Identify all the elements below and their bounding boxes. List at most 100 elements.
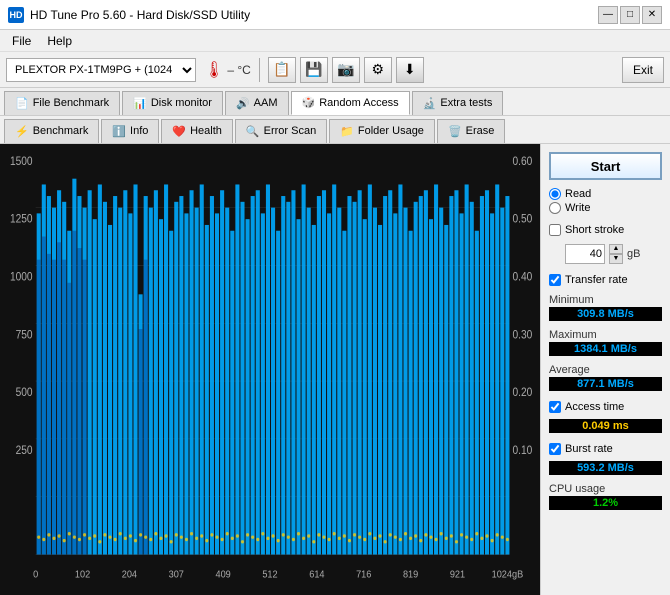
maximum-label: Maximum [549,329,662,341]
burst-rate-checkbox[interactable] [549,443,561,455]
toolbar-btn-2[interactable]: 💾 [300,57,328,83]
menu-bar: File Help [0,30,670,52]
read-write-group: Read Write [549,188,662,214]
write-radio[interactable] [549,202,561,214]
svg-text:0.50: 0.50 [512,213,532,226]
toolbar-btn-4[interactable]: ⚙ [364,57,392,83]
average-label: Average [549,364,662,376]
average-stat: Average 877.1 MB/s [549,364,662,391]
app-icon: HD [8,7,24,23]
stroke-row: ▲ ▼ gB [565,244,662,264]
chart-svg: 1500 1250 1000 750 500 250 0.60 0.50 0.4… [0,144,540,595]
svg-text:512: 512 [262,569,277,581]
toolbar-separator [259,58,260,82]
svg-text:204: 204 [122,569,138,581]
write-radio-label[interactable]: Write [549,202,662,214]
toolbar-btn-1[interactable]: 📋 [268,57,296,83]
temp-display: 🌡 – °C [204,60,251,80]
chart-container: MB/s ms 1500 1250 1000 [0,144,540,595]
cpu-usage-label: CPU usage [549,483,662,495]
tab-extra-tests[interactable]: 🔬 Extra tests [412,91,504,115]
exit-button[interactable]: Exit [622,57,664,83]
temp-value: – °C [227,63,250,77]
tab-disk-monitor[interactable]: 📊 Disk monitor [122,91,223,115]
title-bar-controls: — □ ✕ [598,6,662,24]
svg-text:0.10: 0.10 [512,444,532,457]
short-stroke-checkbox-label[interactable]: Short stroke [549,224,662,236]
svg-text:0.40: 0.40 [512,271,532,284]
svg-text:0.60: 0.60 [512,155,532,168]
tab-benchmark[interactable]: ⚡ Benchmark [4,119,99,143]
aam-icon: 🔊 [236,97,250,110]
tab-health[interactable]: ❤️ Health [161,119,233,143]
title-bar-left: HD HD Tune Pro 5.60 - Hard Disk/SSD Util… [8,7,250,23]
menu-help[interactable]: Help [39,33,80,49]
erase-icon: 🗑️ [448,125,462,138]
svg-text:921: 921 [450,569,465,581]
transfer-rate-checkbox[interactable] [549,274,561,286]
stroke-spin-up[interactable]: ▲ [609,244,623,254]
minimum-value: 309.8 MB/s [549,307,662,321]
read-radio-label[interactable]: Read [549,188,662,200]
tabs-row-1: 📄 File Benchmark 📊 Disk monitor 🔊 AAM 🎲 … [0,88,670,116]
tab-folder-usage[interactable]: 📁 Folder Usage [329,119,435,143]
health-icon: ❤️ [172,125,186,138]
tab-erase[interactable]: 🗑️ Erase [437,119,505,143]
disk-monitor-icon: 📊 [133,97,147,110]
svg-text:1024gB: 1024gB [492,569,524,581]
right-panel: Start Read Write Short stroke ▲ ▼ gB [540,144,670,595]
short-stroke-checkbox[interactable] [549,224,561,236]
error-scan-icon: 🔍 [246,125,260,138]
tab-file-benchmark[interactable]: 📄 File Benchmark [4,91,120,115]
svg-text:500: 500 [16,387,33,400]
svg-text:1250: 1250 [10,213,33,226]
transfer-rate-checkbox-label[interactable]: Transfer rate [549,274,662,286]
tab-error-scan[interactable]: 🔍 Error Scan [235,119,327,143]
file-benchmark-icon: 📄 [15,97,29,110]
svg-text:0.20: 0.20 [512,387,532,400]
maximize-button[interactable]: □ [620,6,640,24]
stroke-value-input[interactable] [565,244,605,264]
access-time-value: 0.049 ms [549,419,662,433]
average-value: 877.1 MB/s [549,377,662,391]
svg-text:750: 750 [16,329,33,342]
main-content: MB/s ms 1500 1250 1000 [0,144,670,595]
cpu-usage-value: 1.2% [549,496,662,510]
gb-label: gB [627,248,640,260]
close-button[interactable]: ✕ [642,6,662,24]
start-button[interactable]: Start [549,152,662,180]
menu-file[interactable]: File [4,33,39,49]
tab-info[interactable]: ℹ️ Info [101,119,159,143]
svg-text:307: 307 [169,569,184,581]
drive-select[interactable]: PLEXTOR PX-1TM9PG + (1024 gB) [6,58,196,82]
stroke-spin-buttons: ▲ ▼ [609,244,623,264]
benchmark-icon: ⚡ [15,125,29,138]
tab-aam[interactable]: 🔊 AAM [225,91,289,115]
minimum-label: Minimum [549,294,662,306]
svg-text:819: 819 [403,569,418,581]
app-title: HD Tune Pro 5.60 - Hard Disk/SSD Utility [30,8,250,22]
read-radio[interactable] [549,188,561,200]
toolbar-btn-5[interactable]: ⬇ [396,57,424,83]
info-icon: ℹ️ [112,125,126,138]
access-time-checkbox[interactable] [549,401,561,413]
access-time-checkbox-label[interactable]: Access time [549,401,662,413]
stroke-spin-down[interactable]: ▼ [609,254,623,264]
burst-rate-checkbox-label[interactable]: Burst rate [549,443,662,455]
svg-text:0.30: 0.30 [512,329,532,342]
extra-tests-icon: 🔬 [423,97,437,110]
svg-text:1000: 1000 [10,271,33,284]
temp-icon: 🌡 [204,60,224,80]
minimize-button[interactable]: — [598,6,618,24]
title-bar: HD HD Tune Pro 5.60 - Hard Disk/SSD Util… [0,0,670,30]
maximum-stat: Maximum 1384.1 MB/s [549,329,662,356]
svg-text:716: 716 [356,569,372,581]
cpu-usage-stat: CPU usage 1.2% [549,483,662,510]
toolbar: PLEXTOR PX-1TM9PG + (1024 gB) 🌡 – °C 📋 💾… [0,52,670,88]
tab-random-access[interactable]: 🎲 Random Access [291,91,410,115]
tabs-row-2: ⚡ Benchmark ℹ️ Info ❤️ Health 🔍 Error Sc… [0,116,670,144]
random-access-icon: 🎲 [302,96,316,109]
toolbar-btn-3[interactable]: 📷 [332,57,360,83]
svg-text:409: 409 [215,569,230,581]
svg-text:0: 0 [33,569,39,581]
